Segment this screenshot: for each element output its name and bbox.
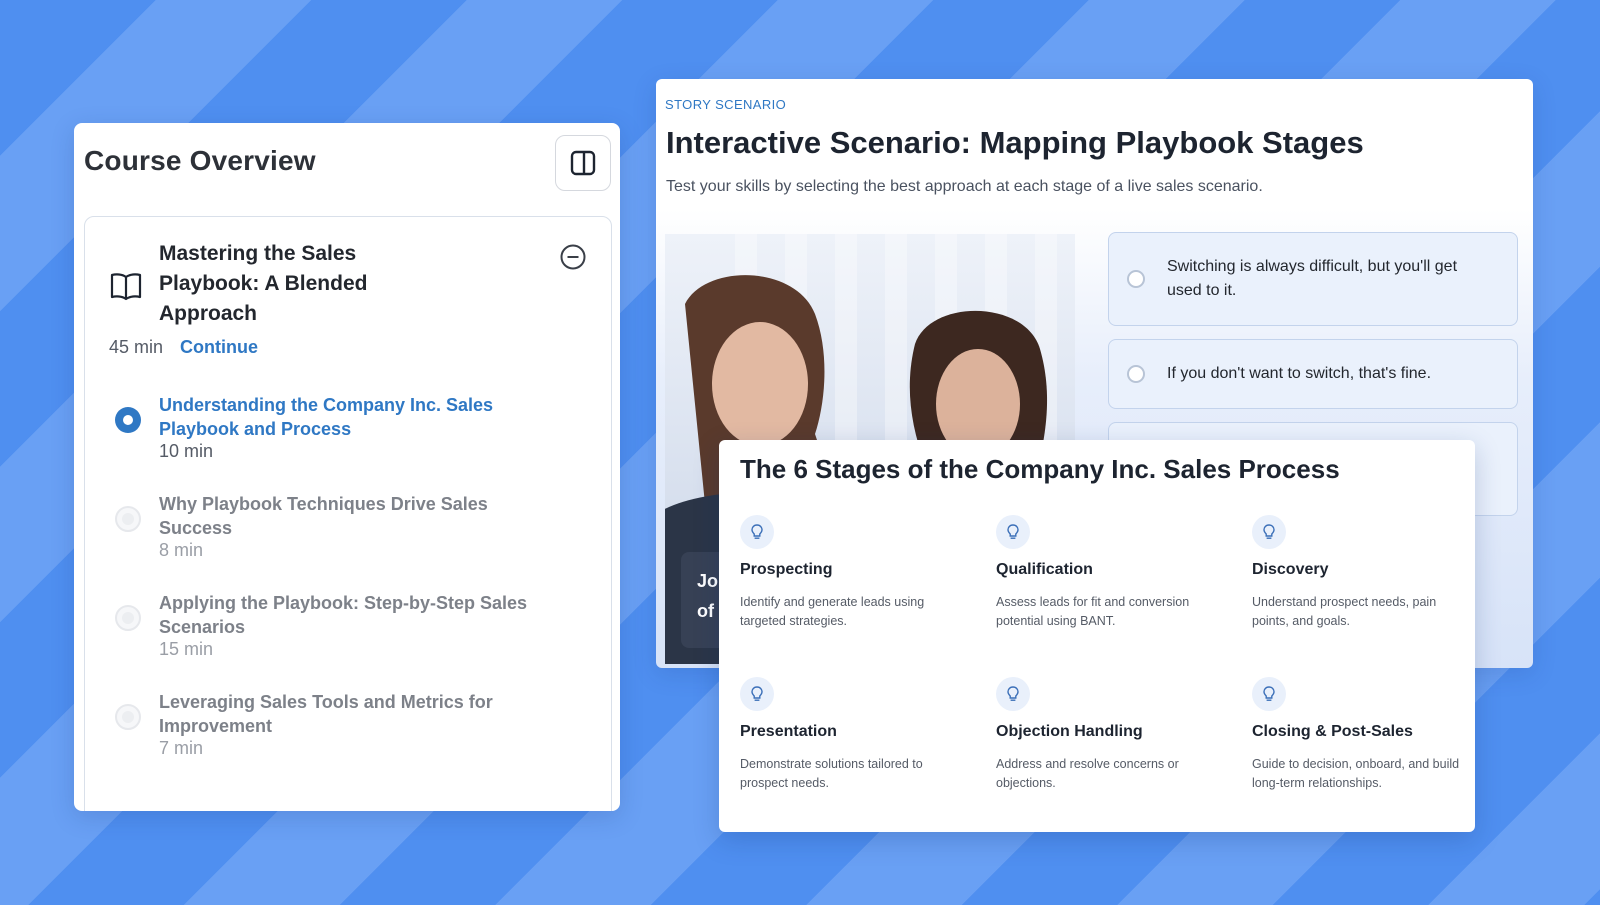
answer-option[interactable]: If you don't want to switch, that's fine…: [1108, 339, 1518, 409]
stage-description: Address and resolve concerns or objectio…: [996, 757, 1179, 790]
lesson-title: Applying the Playbook: Step-by-Step Sale…: [159, 593, 528, 637]
lightbulb-icon: [996, 515, 1030, 549]
stage-name: Qualification: [996, 561, 1093, 578]
course-overview-title: Course Overview: [84, 145, 316, 176]
radio-icon[interactable]: [1127, 365, 1145, 383]
stage-name: Prospecting: [740, 561, 833, 578]
lightbulb-icon: [996, 677, 1030, 711]
stage-name: Presentation: [740, 723, 837, 740]
lightbulb-icon: [1252, 677, 1286, 711]
lesson-status-incomplete-icon: [115, 605, 141, 631]
lightbulb-icon: [1252, 515, 1286, 549]
lesson-title: Understanding the Company Inc. Sales Pla…: [159, 395, 494, 439]
lesson-duration: 7 min: [159, 738, 204, 758]
continue-link[interactable]: Continue: [180, 337, 258, 357]
lesson-status-incomplete-icon: [115, 506, 141, 532]
lesson-title: Why Playbook Techniques Drive Sales Succ…: [159, 494, 488, 538]
bottom-divider: [0, 905, 1600, 915]
radio-icon[interactable]: [1127, 270, 1145, 288]
minus-circle-icon[interactable]: [559, 243, 587, 271]
lightbulb-icon: [740, 515, 774, 549]
lesson-status-current-icon: [115, 407, 141, 433]
module-card: Mastering the Sales Playbook: A Blended …: [84, 216, 612, 811]
scenario-subtitle: Test your skills by selecting the best a…: [666, 178, 1263, 195]
module-meta: 45 min Continue: [109, 337, 258, 358]
stage-name: Discovery: [1252, 561, 1329, 578]
stage-name: Objection Handling: [996, 723, 1143, 740]
stage-description: Guide to decision, onboard, and build lo…: [1252, 757, 1460, 790]
lesson-duration: 8 min: [159, 540, 204, 560]
lightbulb-icon: [740, 677, 774, 711]
answer-option[interactable]: Switching is always difficult, but you'l…: [1108, 232, 1518, 326]
sidebar-toggle-icon: [570, 150, 596, 176]
answer-option-text: Switching is always difficult, but you'l…: [1167, 258, 1458, 299]
course-overview-panel: Course Overview Mastering the Sales Play…: [74, 123, 620, 811]
answer-option-text: If you don't want to switch, that's fine…: [1167, 365, 1432, 382]
book-icon: [110, 273, 142, 301]
sales-stages-panel: The 6 Stages of the Company Inc. Sales P…: [719, 440, 1475, 832]
stage-description: Demonstrate solutions tailored to prospe…: [740, 757, 923, 790]
lesson-duration: 15 min: [159, 639, 214, 659]
lesson-title: Leveraging Sales Tools and Metrics for I…: [159, 692, 493, 736]
stage-description: Identify and generate leads using target…: [740, 595, 925, 628]
sidebar-toggle-button[interactable]: [555, 135, 611, 191]
scenario-title: Interactive Scenario: Mapping Playbook S…: [666, 125, 1364, 160]
module-title: Mastering the Sales Playbook: A Blended …: [159, 242, 368, 325]
lesson-duration: 10 min: [159, 441, 214, 461]
stages-title: The 6 Stages of the Company Inc. Sales P…: [740, 454, 1340, 484]
module-duration: 45 min: [109, 337, 164, 357]
stage-description: Assess leads for fit and conversion pote…: [996, 595, 1190, 628]
lesson-status-incomplete-icon: [115, 704, 141, 730]
stage-description: Understand prospect needs, pain points, …: [1252, 595, 1437, 628]
stage-name: Closing & Post-Sales: [1252, 723, 1413, 740]
scenario-label: STORY SCENARIO: [665, 97, 787, 112]
